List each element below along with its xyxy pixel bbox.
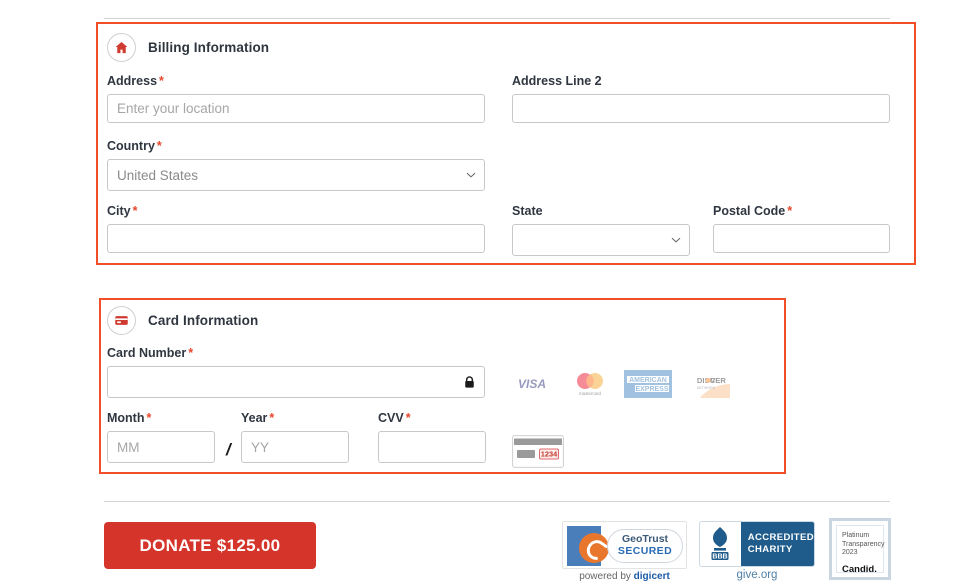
svg-text:VER: VER (710, 376, 726, 385)
digicert-brand: digicert (633, 571, 670, 582)
card-number-input[interactable] (107, 366, 485, 398)
amex-logo: AMERICAN EXPRESS (623, 368, 673, 399)
address-label: Address * (107, 74, 164, 88)
geotrust-secured-badge[interactable]: GeoTrust SECURED powered by digicert (562, 515, 687, 588)
credit-card-icon (107, 306, 136, 335)
candid-inner: Platinum Transparency 2023 Candid. (836, 525, 885, 575)
bbb-footer: give.org (736, 569, 778, 581)
svg-text:1234: 1234 (541, 450, 558, 459)
candid-platinum-transparency-badge[interactable]: Platinum Transparency 2023 Candid. (829, 518, 891, 580)
geotrust-swirl-icon (579, 533, 609, 563)
divider-top (104, 18, 890, 19)
address-line-2-field-group: Address Line 2 (512, 74, 890, 123)
candid-line-2: Transparency (842, 540, 885, 548)
card-number-label: Card Number * (107, 346, 194, 360)
cvv-field-group: CVV * (378, 411, 486, 463)
bbb-text-block: ACCREDITED CHARITY (740, 522, 814, 566)
country-label: Country * (107, 139, 162, 153)
candid-line-1: Platinum (842, 532, 870, 539)
candid-brand: Candid. (842, 563, 877, 575)
svg-text:AMERICAN: AMERICAN (629, 377, 667, 384)
card-number-field-group: Card Number * (107, 346, 485, 398)
billing-section-header: Billing Information (107, 33, 269, 62)
expiry-month-label: Month * (107, 411, 152, 425)
postal-code-field-group: Postal Code * (713, 204, 890, 253)
required-marker: * (405, 411, 411, 425)
geotrust-footer-prefix: powered by (579, 571, 634, 582)
expiry-year-label: Year * (241, 411, 275, 425)
expiry-year-field-group: Year * (241, 411, 349, 463)
discover-logo: DISC VER NETWORK (681, 368, 731, 399)
geotrust-card: GeoTrust SECURED (562, 521, 687, 569)
city-input[interactable] (107, 224, 485, 253)
accepted-card-brands: VISA mastercard AMERICAN EXPRESS VER NET… (507, 368, 731, 399)
postal-code-input[interactable] (713, 224, 890, 253)
candid-line-3: 2023 (842, 549, 858, 556)
bbb-line-2: CHARITY (747, 544, 793, 555)
card-number-input-wrap (107, 366, 485, 398)
bbb-card: BBB ACCREDITED CHARITY (699, 521, 815, 567)
required-marker: * (156, 139, 162, 153)
country-select[interactable]: United States (107, 159, 485, 191)
geotrust-line-2: SECURED (617, 545, 673, 557)
country-field-group: Country * United States (107, 139, 485, 191)
card-information-section: Card Information Card Number * VISA mast… (99, 298, 786, 474)
postal-code-label: Postal Code * (713, 204, 793, 218)
required-marker: * (132, 204, 138, 218)
state-label: State (512, 204, 543, 218)
cvv-input[interactable] (378, 431, 486, 463)
billing-section-title: Billing Information (148, 40, 270, 55)
state-field-group: State (512, 204, 690, 256)
svg-text:EXPRESS: EXPRESS (635, 386, 668, 393)
expiry-year-input[interactable] (241, 431, 349, 463)
card-section-header: Card Information (107, 306, 258, 335)
billing-information-section: Billing Information Address* Address Lin… (96, 22, 916, 265)
divider-bottom (104, 501, 890, 502)
svg-text:mastercard: mastercard (579, 391, 602, 396)
cvv-label: CVV * (378, 411, 411, 425)
state-select-wrap (512, 224, 690, 256)
geotrust-footer: powered by digicert (562, 571, 687, 582)
bbb-torch-icon: BBB (700, 522, 741, 566)
city-label: City * (107, 204, 138, 218)
expiry-month-field-group: Month * (107, 411, 215, 463)
home-icon (107, 33, 136, 62)
donation-checkout-page: Billing Information Address* Address Lin… (0, 0, 960, 588)
expiry-month-input[interactable] (107, 431, 215, 463)
trust-badges: GeoTrust SECURED powered by digicert BBB (562, 515, 891, 588)
svg-text:VISA: VISA (518, 377, 546, 391)
bbb-accredited-charity-badge[interactable]: BBB ACCREDITED CHARITY give.org (699, 515, 817, 588)
lock-icon (465, 376, 474, 388)
address-line-2-input[interactable] (512, 94, 890, 123)
required-marker: * (159, 74, 164, 88)
address-input[interactable] (107, 94, 485, 123)
card-back-cvv-icon: 1234 (512, 435, 564, 473)
bbb-line-1: ACCREDITED (747, 532, 814, 543)
card-section-title: Card Information (148, 313, 259, 328)
country-select-wrap: United States (107, 159, 485, 191)
mastercard-logo: mastercard (565, 368, 615, 399)
required-marker: * (787, 204, 793, 218)
address-field-group: Address * (107, 74, 485, 123)
city-field-group: City * (107, 204, 485, 253)
required-marker: * (188, 346, 194, 360)
state-select[interactable] (512, 224, 690, 256)
svg-text:NETWORK: NETWORK (697, 386, 716, 390)
expiry-separator: / (226, 440, 231, 459)
geotrust-text-pill: GeoTrust SECURED (607, 529, 683, 563)
bbb-mark: BBB (713, 553, 728, 560)
required-marker: * (146, 411, 152, 425)
donate-button[interactable]: DONATE $125.00 (104, 522, 316, 569)
address-line-2-label: Address Line 2 (512, 74, 602, 88)
required-marker: * (269, 411, 275, 425)
visa-logo: VISA (507, 368, 557, 399)
geotrust-line-1: GeoTrust (621, 533, 669, 545)
